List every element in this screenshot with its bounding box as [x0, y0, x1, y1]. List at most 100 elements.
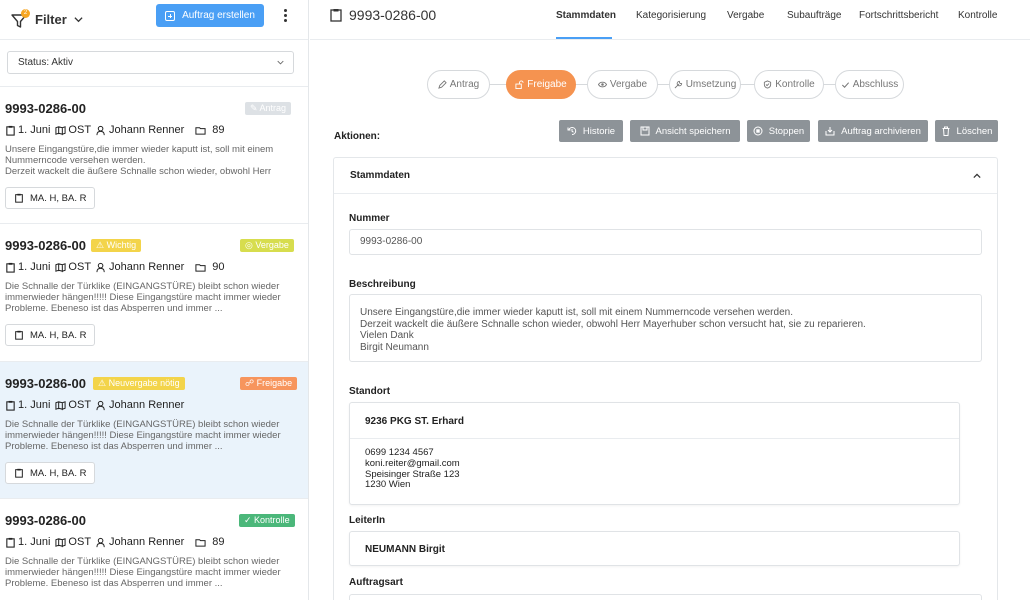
- assignee-tag[interactable]: MA. H, BA. R: [5, 187, 96, 209]
- leiterin-card[interactable]: NEUMANN Birgit: [349, 531, 960, 566]
- more-options-icon[interactable]: [284, 9, 288, 23]
- standort-card[interactable]: 9236 PKG ST. Erhard 0699 1234 4567 koni.…: [349, 402, 960, 505]
- warning-badge: ⚠ Wichtig: [91, 239, 142, 252]
- beschreibung-line: Unsere Eingangstüre,die immer wieder kap…: [360, 307, 793, 318]
- order-count: 89: [212, 536, 225, 548]
- order-description: Die Schnalle der Türklike (EINGANGSTÜRE)…: [5, 281, 281, 314]
- clipboard-icon: [6, 400, 15, 411]
- history-button-label: Historie: [582, 125, 616, 137]
- nummer-label: Nummer: [349, 213, 390, 224]
- tab-kategorisierung[interactable]: Kategorisierung: [636, 10, 706, 21]
- map-icon: [55, 262, 67, 272]
- order-region: OST: [68, 261, 92, 273]
- shield-check-icon: [764, 80, 772, 89]
- standort-city: 1230 Wien: [365, 479, 411, 491]
- trash-icon: [942, 126, 950, 136]
- warning-badge-label: Neuvergabe nötig: [108, 378, 180, 388]
- archive-icon: [825, 127, 835, 136]
- create-order-button[interactable]: Auftrag erstellen: [156, 4, 264, 27]
- workflow-step-label: Umsetzung: [685, 79, 737, 90]
- eye-icon: [597, 81, 607, 88]
- clipboard-icon: [6, 262, 15, 273]
- status-badge-label: Vergabe: [255, 240, 289, 250]
- order-date: 1. Juni: [18, 536, 51, 548]
- beschreibung-field[interactable]: Unsere Eingangstüre,die immer wieder kap…: [349, 294, 982, 362]
- history-button[interactable]: Historie: [559, 120, 623, 142]
- auftragsart-field[interactable]: [349, 594, 982, 600]
- assignee-tag[interactable]: MA. H, BA. R: [5, 324, 96, 346]
- archive-order-button-label: Auftrag archivieren: [841, 125, 921, 137]
- order-date: 1. Juni: [18, 124, 51, 136]
- nummer-value: 9993-0286-00: [360, 236, 423, 247]
- order-meta: 1. Juni OST Johann Renner: [5, 399, 189, 411]
- user-icon: [96, 537, 105, 547]
- filter-count-badge: 2: [21, 8, 30, 18]
- order-person: Johann Renner: [109, 399, 185, 411]
- stammdaten-panel-header[interactable]: Stammdaten: [334, 158, 997, 194]
- filter-label[interactable]: Filter: [35, 12, 67, 27]
- tab-fortschrittsbericht[interactable]: Fortschrittsbericht: [859, 10, 938, 21]
- workflow-step-label: Vergabe: [609, 79, 648, 90]
- status-badge: ◎ Vergabe: [240, 239, 294, 252]
- chevron-up-icon[interactable]: [973, 172, 981, 180]
- order-date: 1. Juni: [18, 261, 51, 273]
- tab-subauftraege[interactable]: Subaufträge: [787, 10, 842, 21]
- workflow-step-freigabe[interactable]: Freigabe: [506, 70, 576, 99]
- workflow-step-antrag[interactable]: Antrag: [427, 70, 490, 99]
- filter-icon[interactable]: 2: [10, 8, 30, 29]
- actions-label: Aktionen:: [334, 131, 381, 142]
- tab-kontrolle[interactable]: Kontrolle: [958, 10, 997, 21]
- folder-icon: [195, 126, 206, 135]
- tab-stammdaten[interactable]: Stammdaten: [556, 10, 616, 21]
- standort-name: 9236 PKG ST. Erhard: [365, 416, 464, 427]
- beschreibung-label: Beschreibung: [349, 279, 416, 290]
- status-filter-select[interactable]: Status: Aktiv: [7, 51, 294, 74]
- order-meta: 1. Juni OST Johann Renner 89: [5, 124, 230, 136]
- order-number: 9993-0286-00: [5, 238, 86, 253]
- standort-label: Standort: [349, 386, 391, 397]
- clipboard-icon: [330, 9, 342, 22]
- order-person: Johann Renner: [109, 536, 185, 548]
- auftragsart-label: Auftragsart: [349, 577, 403, 588]
- warning-badge-label: Wichtig: [106, 240, 137, 250]
- stop-button[interactable]: Stoppen: [747, 120, 810, 142]
- order-card[interactable]: 9993-0286-00 ✎ Antrag 1. Juni OST Johann…: [0, 86, 308, 223]
- save-view-button-label: Ansicht speichern: [655, 125, 731, 137]
- order-card[interactable]: 9993-0286-00 ✓ Kontrolle 1. Juni OST Joh…: [0, 498, 308, 600]
- status-badge-label: Kontrolle: [254, 515, 290, 525]
- workflow-step-vergabe[interactable]: Vergabe: [587, 70, 658, 99]
- order-description: Die Schnalle der Türklike (EINGANGSTÜRE)…: [5, 556, 281, 589]
- chevron-down-icon[interactable]: [74, 15, 83, 24]
- order-card[interactable]: 9993-0286-00 ⚠ Wichtig ◎ Vergabe 1. Juni…: [0, 223, 308, 361]
- nummer-field[interactable]: 9993-0286-00: [349, 229, 982, 255]
- stop-icon: [753, 126, 763, 136]
- folder-icon: [195, 263, 206, 272]
- workflow-step-abschluss[interactable]: Abschluss: [835, 70, 904, 99]
- delete-button[interactable]: Löschen: [935, 120, 998, 142]
- workflow-step-label: Antrag: [449, 79, 480, 90]
- stop-button-label: Stoppen: [768, 125, 805, 137]
- tab-vergabe[interactable]: Vergabe: [727, 10, 764, 21]
- order-date: 1. Juni: [18, 399, 51, 411]
- standort-email: koni.reiter@gmail.com: [365, 457, 460, 469]
- page-title-text: 9993-0286-00: [349, 7, 437, 23]
- assignee-tag[interactable]: MA. H, BA. R: [5, 462, 96, 484]
- standort-details: 0699 1234 4567 koni.reiter@gmail.com Spe…: [365, 447, 460, 491]
- check-icon: [841, 82, 849, 88]
- sidebar-header: 2 Filter Auftrag erstellen: [0, 0, 308, 40]
- order-region: OST: [68, 399, 92, 411]
- standort-divider: [350, 438, 959, 439]
- order-card-selected[interactable]: 9993-0286-00 ⚠ Neuvergabe nötig ☍ Freiga…: [0, 361, 308, 498]
- save-view-button[interactable]: Ansicht speichern: [630, 120, 740, 142]
- map-icon: [55, 125, 67, 135]
- workflow-step-kontrolle[interactable]: Kontrolle: [754, 70, 824, 99]
- folder-icon: [195, 538, 206, 547]
- delete-button-label: Löschen: [956, 125, 993, 137]
- page-title: 9993-0286-00: [330, 7, 436, 23]
- workflow-step-umsetzung[interactable]: Umsetzung: [669, 70, 741, 99]
- order-number: 9993-0286-00: [5, 513, 86, 528]
- workflow-step-label: Abschluss: [852, 79, 899, 90]
- archive-order-button[interactable]: Auftrag archivieren: [818, 120, 928, 142]
- history-icon: [567, 127, 577, 136]
- order-description: Die Schnalle der Türklike (EINGANGSTÜRE)…: [5, 419, 281, 452]
